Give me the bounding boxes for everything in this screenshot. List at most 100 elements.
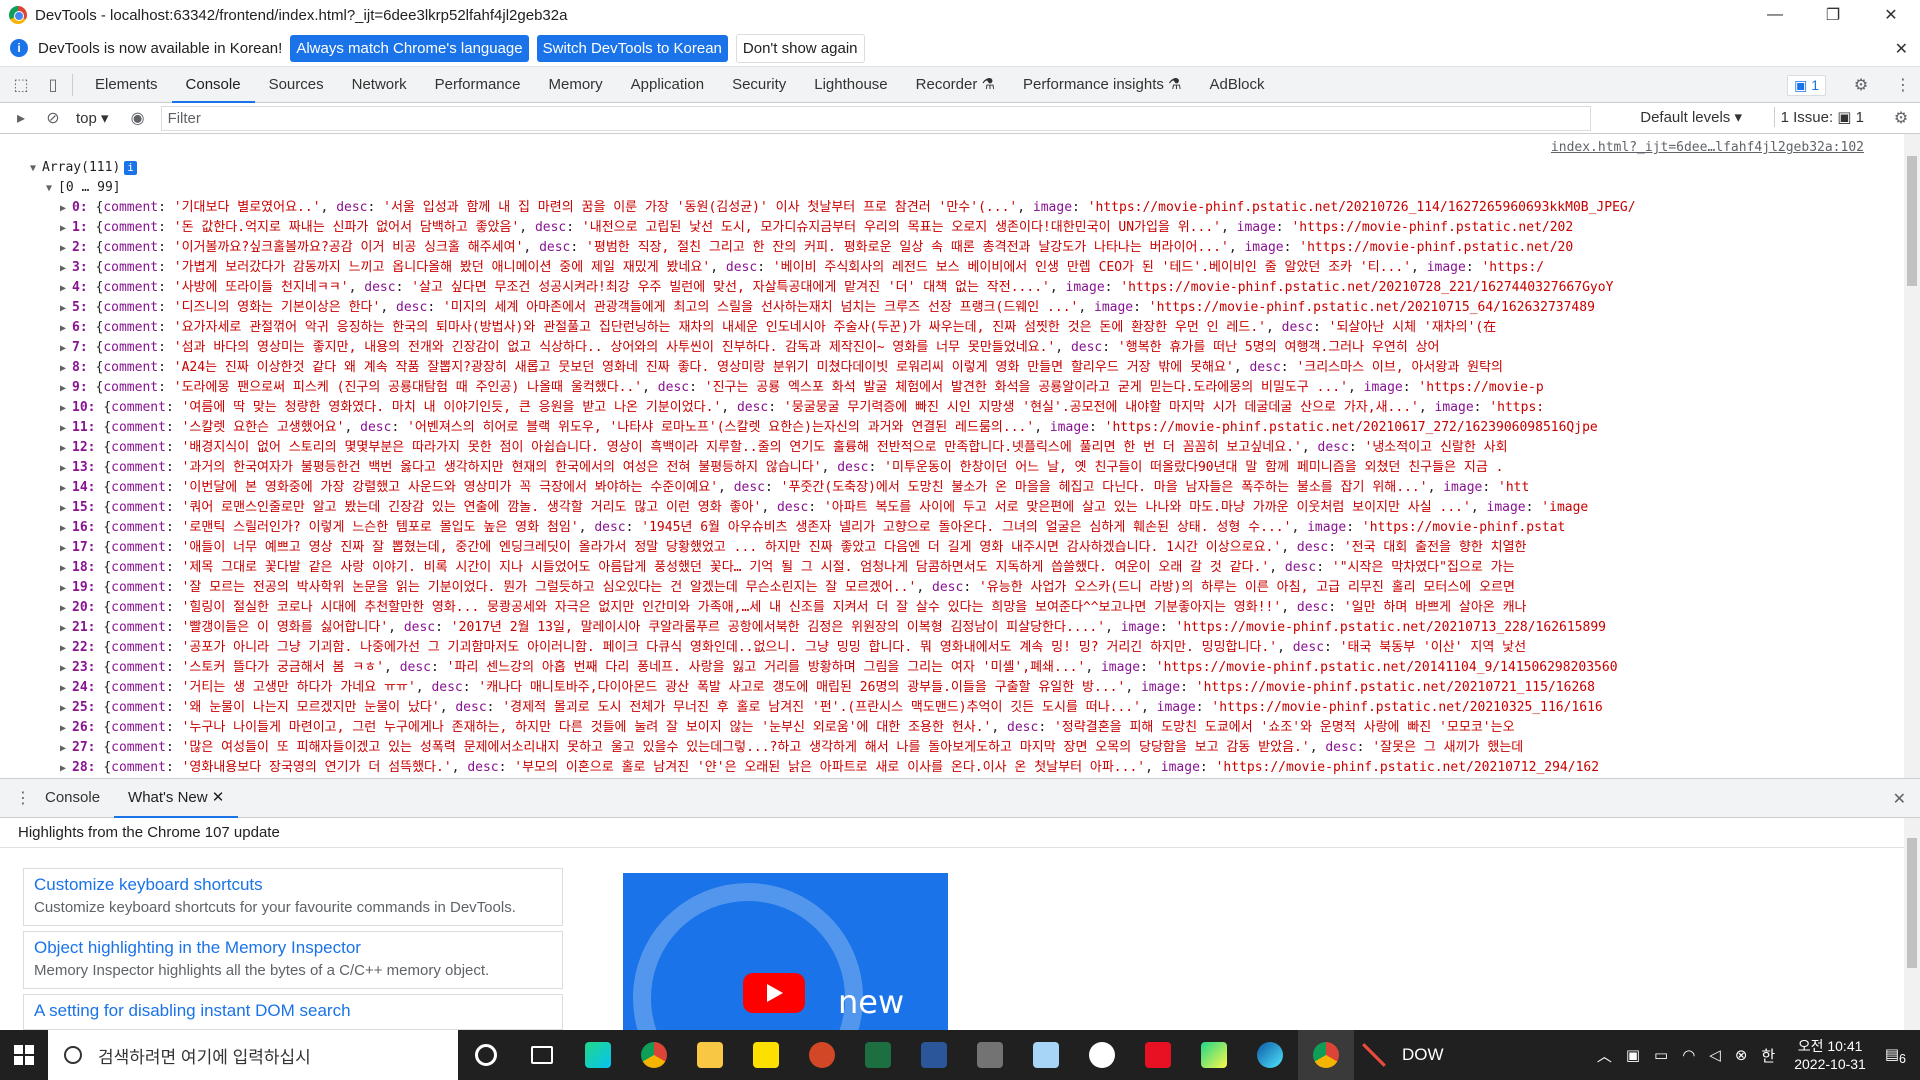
eye-icon[interactable]: ◉ xyxy=(127,107,149,129)
array-row[interactable]: ▶ 10: {comment: '여름에 딱 맞는 청량한 영화였다. 마치 내 … xyxy=(60,398,1870,418)
ime-indicator[interactable]: 한 xyxy=(1761,1045,1775,1066)
whats-new-card[interactable]: A setting for disabling instant DOM sear… xyxy=(23,994,563,1030)
task-view-icon[interactable] xyxy=(514,1030,570,1080)
log-levels-dropdown[interactable]: Default levels ▾ xyxy=(1640,108,1742,126)
array-row[interactable]: ▶ 0: {comment: '기대보다 별로였어요..', desc: '서울 … xyxy=(60,198,1870,218)
switch-to-korean-button[interactable]: Switch DevTools to Korean xyxy=(536,34,728,62)
whats-new-card[interactable]: Customize keyboard shortcuts Customize k… xyxy=(23,868,563,926)
console-filter-input[interactable]: Filter xyxy=(160,105,1591,131)
tab-elements[interactable]: Elements xyxy=(81,67,172,103)
inspect-element-icon[interactable]: ⬚ xyxy=(10,74,32,96)
drawer-menu-icon[interactable]: ⋮ xyxy=(15,788,31,808)
powerpoint-icon[interactable] xyxy=(794,1030,850,1080)
array-row[interactable]: ▶ 19: {comment: '잘 모르는 전공의 박사학위 논문을 읽는 기분… xyxy=(60,578,1870,598)
array-row[interactable]: ▶ 18: {comment: '제목 그대로 꽃다발 같은 사랑 이야기. 비록… xyxy=(60,558,1870,578)
drawer-scrollbar[interactable] xyxy=(1904,818,1920,1030)
array-row[interactable]: ▶ 9: {comment: '도라에몽 팬으로써 피스케 (진구의 공룡대탐험 … xyxy=(60,378,1870,398)
mute-status-icon[interactable]: ⊗ xyxy=(1735,1046,1748,1064)
whats-new-video[interactable]: new xyxy=(623,873,948,1030)
drawer-tab-whats-new[interactable]: What's New ✕ xyxy=(114,778,239,818)
context-selector[interactable]: top ▾ xyxy=(76,109,109,127)
pycharm-icon[interactable] xyxy=(1186,1030,1242,1080)
drawer-tab-console[interactable]: Console xyxy=(31,778,114,818)
tab-recorder[interactable]: Recorder ⚗ xyxy=(902,67,1009,103)
messages-badge[interactable]: ▣ 1 xyxy=(1787,74,1826,96)
excel-icon[interactable] xyxy=(850,1030,906,1080)
array-row[interactable]: ▶ 24: {comment: '거티는 생 고생만 하다가 가네요 ㅠㅠ', d… xyxy=(60,678,1870,698)
edge-icon[interactable] xyxy=(1242,1030,1298,1080)
sidebar-toggle-icon[interactable]: ▸ xyxy=(10,107,32,129)
file-explorer-icon[interactable] xyxy=(682,1030,738,1080)
whats-new-card[interactable]: Object highlighting in the Memory Inspec… xyxy=(23,931,563,989)
device-toolbar-icon[interactable]: ▯ xyxy=(42,74,64,96)
source-link[interactable]: index.html?_ijt=6dee…lfahf4jl2geb32a:102 xyxy=(1551,140,1864,155)
array-row[interactable]: ▶ 7: {comment: '섬과 바다의 영상미는 좋지만, 내용의 전개와 … xyxy=(60,338,1870,358)
array-row[interactable]: ▶ 20: {comment: '힐링이 절실한 코로나 시대에 추천할만한 영화… xyxy=(60,598,1870,618)
tab-sources[interactable]: Sources xyxy=(255,67,338,103)
array-row[interactable]: ▶ 21: {comment: '빨갱이들은 이 영화를 싫어합니다', desc… xyxy=(60,618,1870,638)
more-options-icon[interactable]: ⋮ xyxy=(1892,74,1914,96)
array-row[interactable]: ▶ 25: {comment: '왜 눈물이 나는지 모르겠지만 눈물이 났다',… xyxy=(60,698,1870,718)
array-row[interactable]: ▶ 2: {comment: '이거볼까요?싶크홀볼까요?공감 이거 비공 싱크홀… xyxy=(60,238,1870,258)
youtube-play-icon[interactable] xyxy=(743,973,805,1013)
array-row[interactable]: ▶ 12: {comment: '배경지식이 없어 스토리의 몇몇부분은 따라가지… xyxy=(60,438,1870,458)
tab-lighthouse[interactable]: Lighthouse xyxy=(800,67,901,103)
cortana-icon[interactable] xyxy=(458,1030,514,1080)
issues-counter[interactable]: 1 Issue: ▣ 1 xyxy=(1773,107,1870,127)
console-scrollbar[interactable] xyxy=(1904,134,1920,778)
array-row[interactable]: ▶ 16: {comment: '로맨틱 스릴러인가? 이렇게 느슨한 템포로 몰… xyxy=(60,518,1870,538)
settings-gear-icon[interactable]: ⚙ xyxy=(1850,74,1872,96)
tab-application[interactable]: Application xyxy=(617,67,718,103)
tab-performance-insights[interactable]: Performance insights ⚗ xyxy=(1009,67,1196,103)
tab-memory[interactable]: Memory xyxy=(535,67,617,103)
array-row[interactable]: ▶ 26: {comment: '누구나 나이들게 마련이고, 그런 누구에게나 … xyxy=(60,718,1870,738)
close-window-button[interactable]: ✕ xyxy=(1862,0,1920,30)
dont-show-again-button[interactable]: Don't show again xyxy=(735,33,865,63)
sticky-notes-icon[interactable] xyxy=(738,1030,794,1080)
always-match-language-button[interactable]: Always match Chrome's language xyxy=(290,34,529,62)
tab-performance[interactable]: Performance xyxy=(421,67,535,103)
vpn-lock-icon[interactable] xyxy=(1130,1030,1186,1080)
device-icon[interactable]: ▣ xyxy=(1626,1046,1640,1064)
array-row[interactable]: ▶ 4: {comment: '사방에 또라이들 천지네ㅋㅋ', desc: '살… xyxy=(60,278,1870,298)
calculator-icon[interactable] xyxy=(962,1030,1018,1080)
array-row[interactable]: ▶ 14: {comment: '이번달에 본 영화중에 가장 강렬했고 사운드와… xyxy=(60,478,1870,498)
array-row[interactable]: ▶ 28: {comment: '영화내용보다 장국영의 연기가 더 섬뜩했다.'… xyxy=(60,758,1870,778)
scrollbar-thumb[interactable] xyxy=(1907,838,1917,968)
battery-icon[interactable]: ▭ xyxy=(1654,1046,1668,1064)
clear-console-icon[interactable]: ⊘ xyxy=(42,107,64,129)
console-settings-icon[interactable]: ⚙ xyxy=(1890,107,1912,129)
start-button[interactable] xyxy=(0,1030,48,1080)
word-icon[interactable] xyxy=(906,1030,962,1080)
chrome-active-icon[interactable] xyxy=(1298,1030,1354,1080)
array-row[interactable]: ▶ 8: {comment: 'A24는 진짜 이상한것 같다 왜 계속 작품 잘… xyxy=(60,358,1870,378)
close-infobar-icon[interactable]: ✕ xyxy=(1895,39,1908,59)
array-row[interactable]: ▶ 23: {comment: '스토커 뜰다가 궁금해서 봄 ㅋㅎ', desc… xyxy=(60,658,1870,678)
notification-icon[interactable]: ▤6 xyxy=(1885,1045,1906,1066)
volume-icon[interactable]: ◁ xyxy=(1709,1046,1721,1064)
maximize-button[interactable]: ❐ xyxy=(1804,0,1862,30)
chrome-taskbar-icon[interactable] xyxy=(626,1030,682,1080)
tab-adblock[interactable]: AdBlock xyxy=(1195,67,1278,103)
tab-network[interactable]: Network xyxy=(338,67,421,103)
array-row[interactable]: ▶ 6: {comment: '요가자세로 관절꺾어 악귀 응징하는 한국의 퇴마… xyxy=(60,318,1870,338)
stock-widget-label[interactable]: DOW xyxy=(1402,1045,1444,1065)
array-row[interactable]: ▶ 1: {comment: '돈 값한다.억지로 짜내는 신파가 없어서 담백하… xyxy=(60,218,1870,238)
array-row[interactable]: ▶ 5: {comment: '디즈니의 영화는 기본이상은 한다', desc:… xyxy=(60,298,1870,318)
array-root[interactable]: ▼ Array(111) i xyxy=(30,158,137,179)
array-row[interactable]: ▶ 27: {comment: '많은 여성들이 또 피해자들이겠고 있는 성폭력… xyxy=(60,738,1870,758)
clock[interactable]: 오전 10:41 2022-10-31 xyxy=(1794,1037,1866,1073)
scrollbar-thumb[interactable] xyxy=(1907,156,1917,286)
close-tab-icon[interactable]: ✕ xyxy=(212,789,225,806)
wifi-icon[interactable]: ◠ xyxy=(1682,1046,1695,1064)
tab-security[interactable]: Security xyxy=(718,67,800,103)
array-row[interactable]: ▶ 3: {comment: '가볍게 보러갔다가 감동까지 느끼고 옵니다올해 … xyxy=(60,258,1870,278)
tab-console[interactable]: Console xyxy=(171,67,255,103)
notepad-icon[interactable] xyxy=(1018,1030,1074,1080)
array-range[interactable]: ▼ [0 … 99] xyxy=(46,178,121,199)
array-row[interactable]: ▶ 13: {comment: '과거의 한국여자가 불평등한건 백번 옳다고 생… xyxy=(60,458,1870,478)
taskbar-search[interactable]: 검색하려면 여기에 입력하십시 xyxy=(48,1030,458,1080)
array-row[interactable]: ▶ 11: {comment: '스칼렛 요한슨 고생했어요', desc: '어… xyxy=(60,418,1870,438)
close-drawer-icon[interactable]: ✕ xyxy=(1893,789,1906,809)
array-row[interactable]: ▶ 22: {comment: '공포가 아니라 그냥 기괴함. 나중에가선 그 … xyxy=(60,638,1870,658)
